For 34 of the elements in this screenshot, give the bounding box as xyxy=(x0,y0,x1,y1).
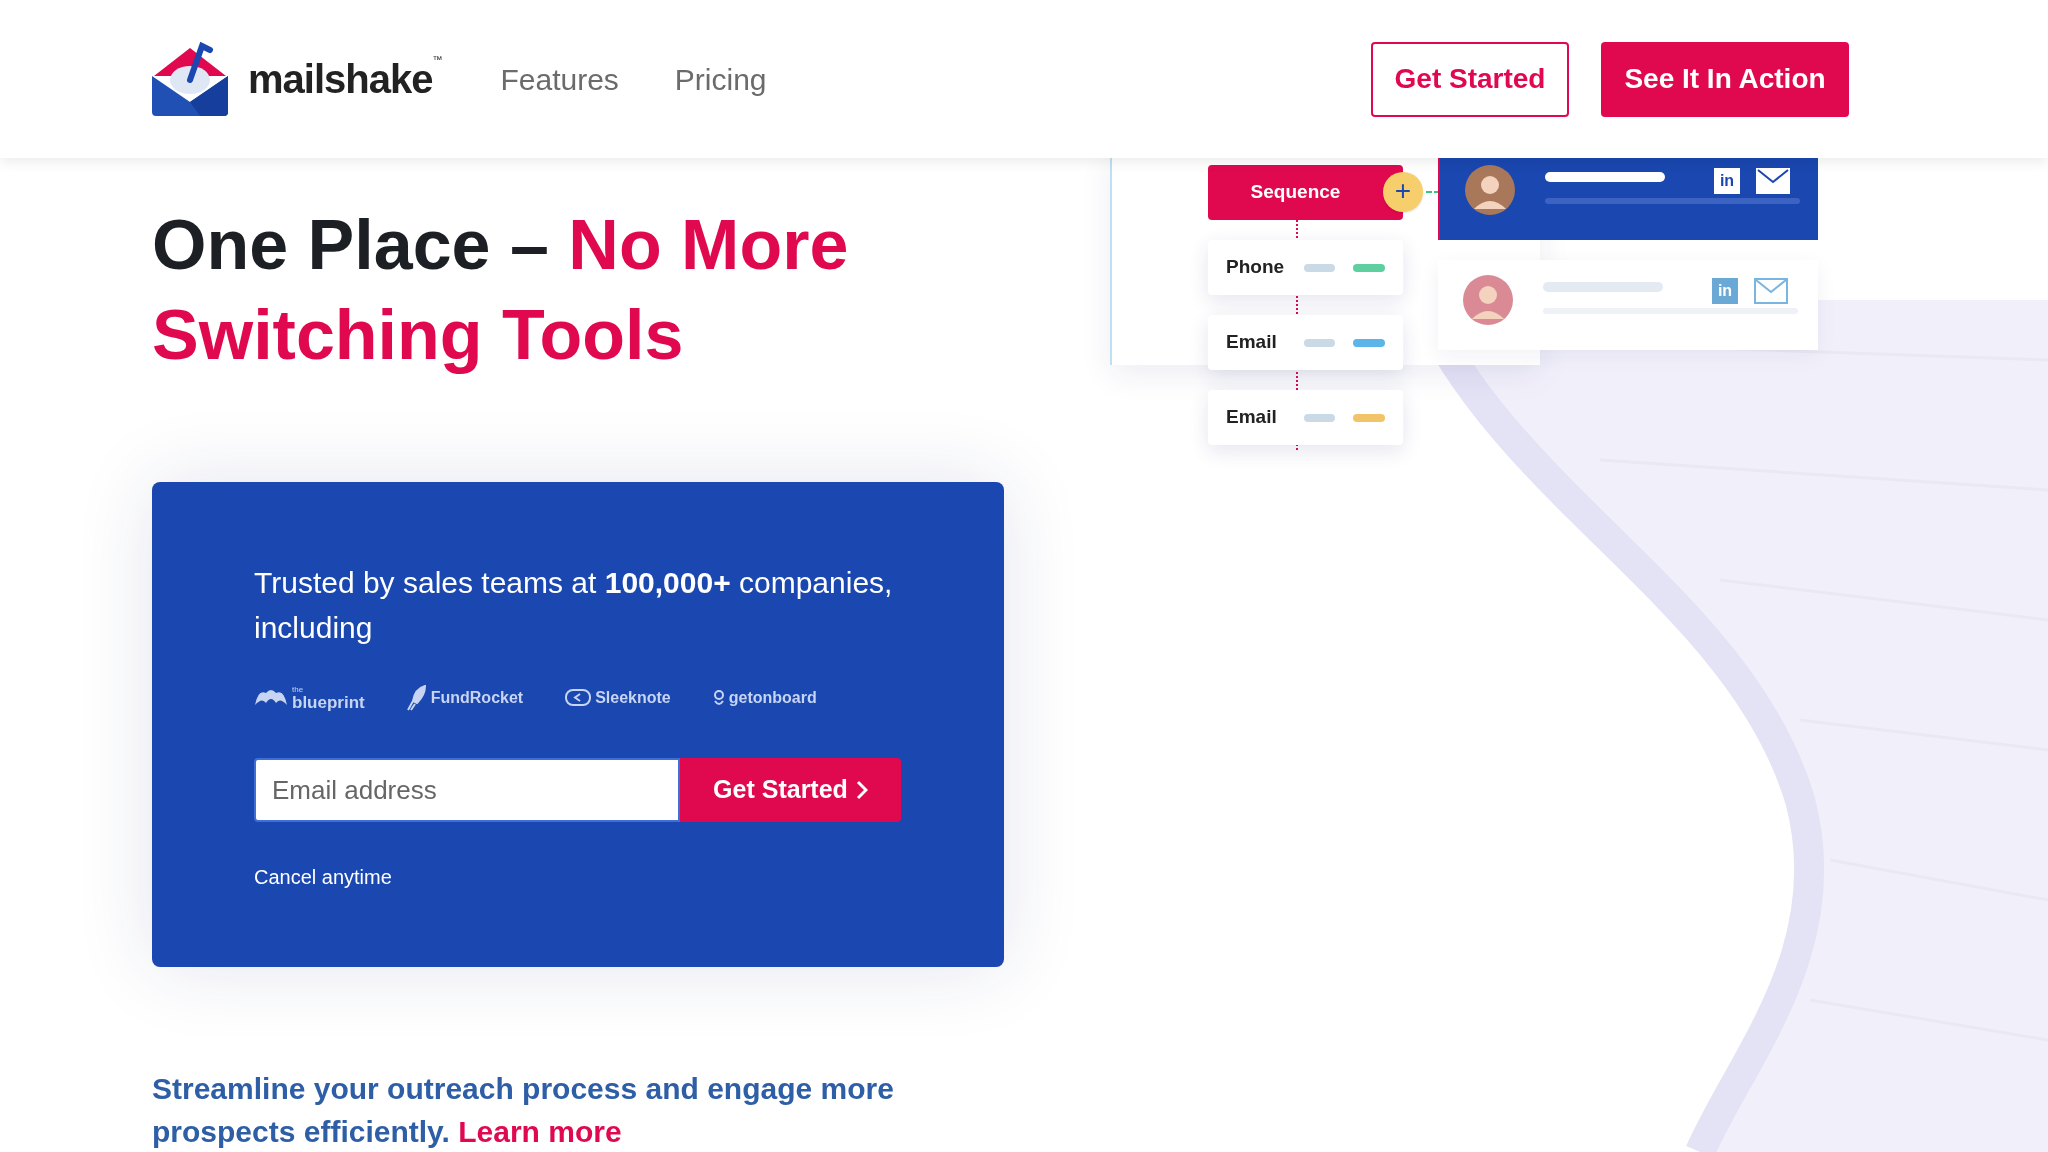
step-label: Phone xyxy=(1226,255,1286,280)
g-mark-icon xyxy=(712,689,725,707)
mail-icon xyxy=(1756,168,1790,194)
linkedin-badge: in xyxy=(1714,168,1740,194)
step-label: Email xyxy=(1226,405,1278,430)
mail-icon xyxy=(1754,278,1788,304)
streamline-text: Streamline your outreach process and engage more prospects efficiently. Learn more xyxy=(152,1071,895,1150)
email-input[interactable]: Email address xyxy=(254,758,680,822)
chevron-right-icon xyxy=(855,780,868,800)
get-started-button[interactable]: Get Started xyxy=(680,758,901,822)
get-started-button[interactable]: Get Started xyxy=(1371,41,1569,117)
logo-wordmark[interactable]: mailshake xyxy=(248,49,433,109)
logo-text: getonboard xyxy=(728,688,817,708)
envelope-logo-icon xyxy=(150,40,230,118)
nav-link[interactable]: Pricing xyxy=(666,56,775,102)
logo-text: Sleeknote xyxy=(595,688,671,708)
logo-text: blueprint xyxy=(292,693,365,711)
trust-text: Trusted by sales teams at 100,000+ companies, including xyxy=(254,565,894,646)
avatar xyxy=(1463,275,1513,325)
headline: One Place – No More Switching Tools xyxy=(152,205,850,376)
speech-bubble-icon xyxy=(565,689,592,707)
avatar xyxy=(1465,165,1515,215)
step-bar xyxy=(1303,413,1336,422)
nav-link[interactable]: Features xyxy=(492,56,627,102)
see-it-in-action-button[interactable]: See It In Action xyxy=(1601,41,1849,117)
trademark-mark: ™ xyxy=(432,53,443,67)
logo-text: the xyxy=(292,685,305,694)
step-bar xyxy=(1303,263,1336,272)
linkedin-badge: in xyxy=(1712,278,1738,304)
logo-text: FundRocket xyxy=(430,688,524,708)
step-bar xyxy=(1303,338,1336,347)
step-label: Email xyxy=(1226,330,1278,355)
learn-more-link[interactable]: Learn more xyxy=(458,1115,622,1148)
cancel-note: Cancel anytime xyxy=(254,865,393,890)
